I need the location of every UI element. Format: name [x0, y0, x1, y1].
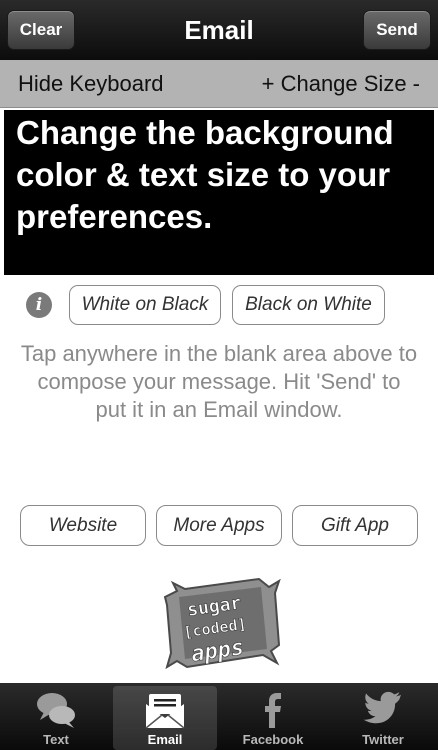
facebook-icon	[265, 693, 281, 728]
hide-keyboard-button[interactable]: Hide Keyboard	[18, 71, 164, 97]
tab-label: Twitter	[362, 732, 404, 747]
sugar-coded-apps-logo[interactable]: sugar [coded] apps	[163, 575, 281, 669]
more-apps-button[interactable]: More Apps	[156, 505, 282, 546]
envelope-icon	[145, 694, 185, 729]
tab-twitter[interactable]: Twitter	[331, 683, 435, 750]
black-on-white-button[interactable]: Black on White	[232, 285, 385, 325]
website-button[interactable]: Website	[20, 505, 146, 546]
keyboard-toolbar: Hide Keyboard + Change Size -	[0, 60, 438, 108]
clear-button[interactable]: Clear	[7, 10, 75, 50]
navigation-bar: Email Clear Send	[0, 0, 438, 60]
send-button[interactable]: Send	[363, 10, 431, 50]
speech-bubbles-icon	[37, 693, 75, 728]
instruction-text: Tap anywhere in the blank area above to …	[20, 341, 418, 422]
tab-label: Text	[43, 732, 69, 747]
tab-label: Facebook	[242, 732, 304, 747]
gift-app-button[interactable]: Gift App	[292, 505, 418, 546]
twitter-bird-icon	[363, 691, 401, 724]
info-icon[interactable]: i	[26, 292, 52, 318]
tab-bar: Text Email Facebook Twitter	[0, 683, 438, 750]
change-size-button[interactable]: + Change Size -	[262, 71, 420, 97]
tab-email[interactable]: Email	[113, 686, 217, 750]
white-on-black-button[interactable]: White on Black	[69, 285, 221, 325]
tab-label: Email	[147, 732, 183, 747]
tab-facebook[interactable]: Facebook	[221, 683, 325, 750]
tab-text[interactable]: Text	[4, 683, 108, 750]
compose-text-area[interactable]: Change the background color & text size …	[4, 110, 434, 275]
